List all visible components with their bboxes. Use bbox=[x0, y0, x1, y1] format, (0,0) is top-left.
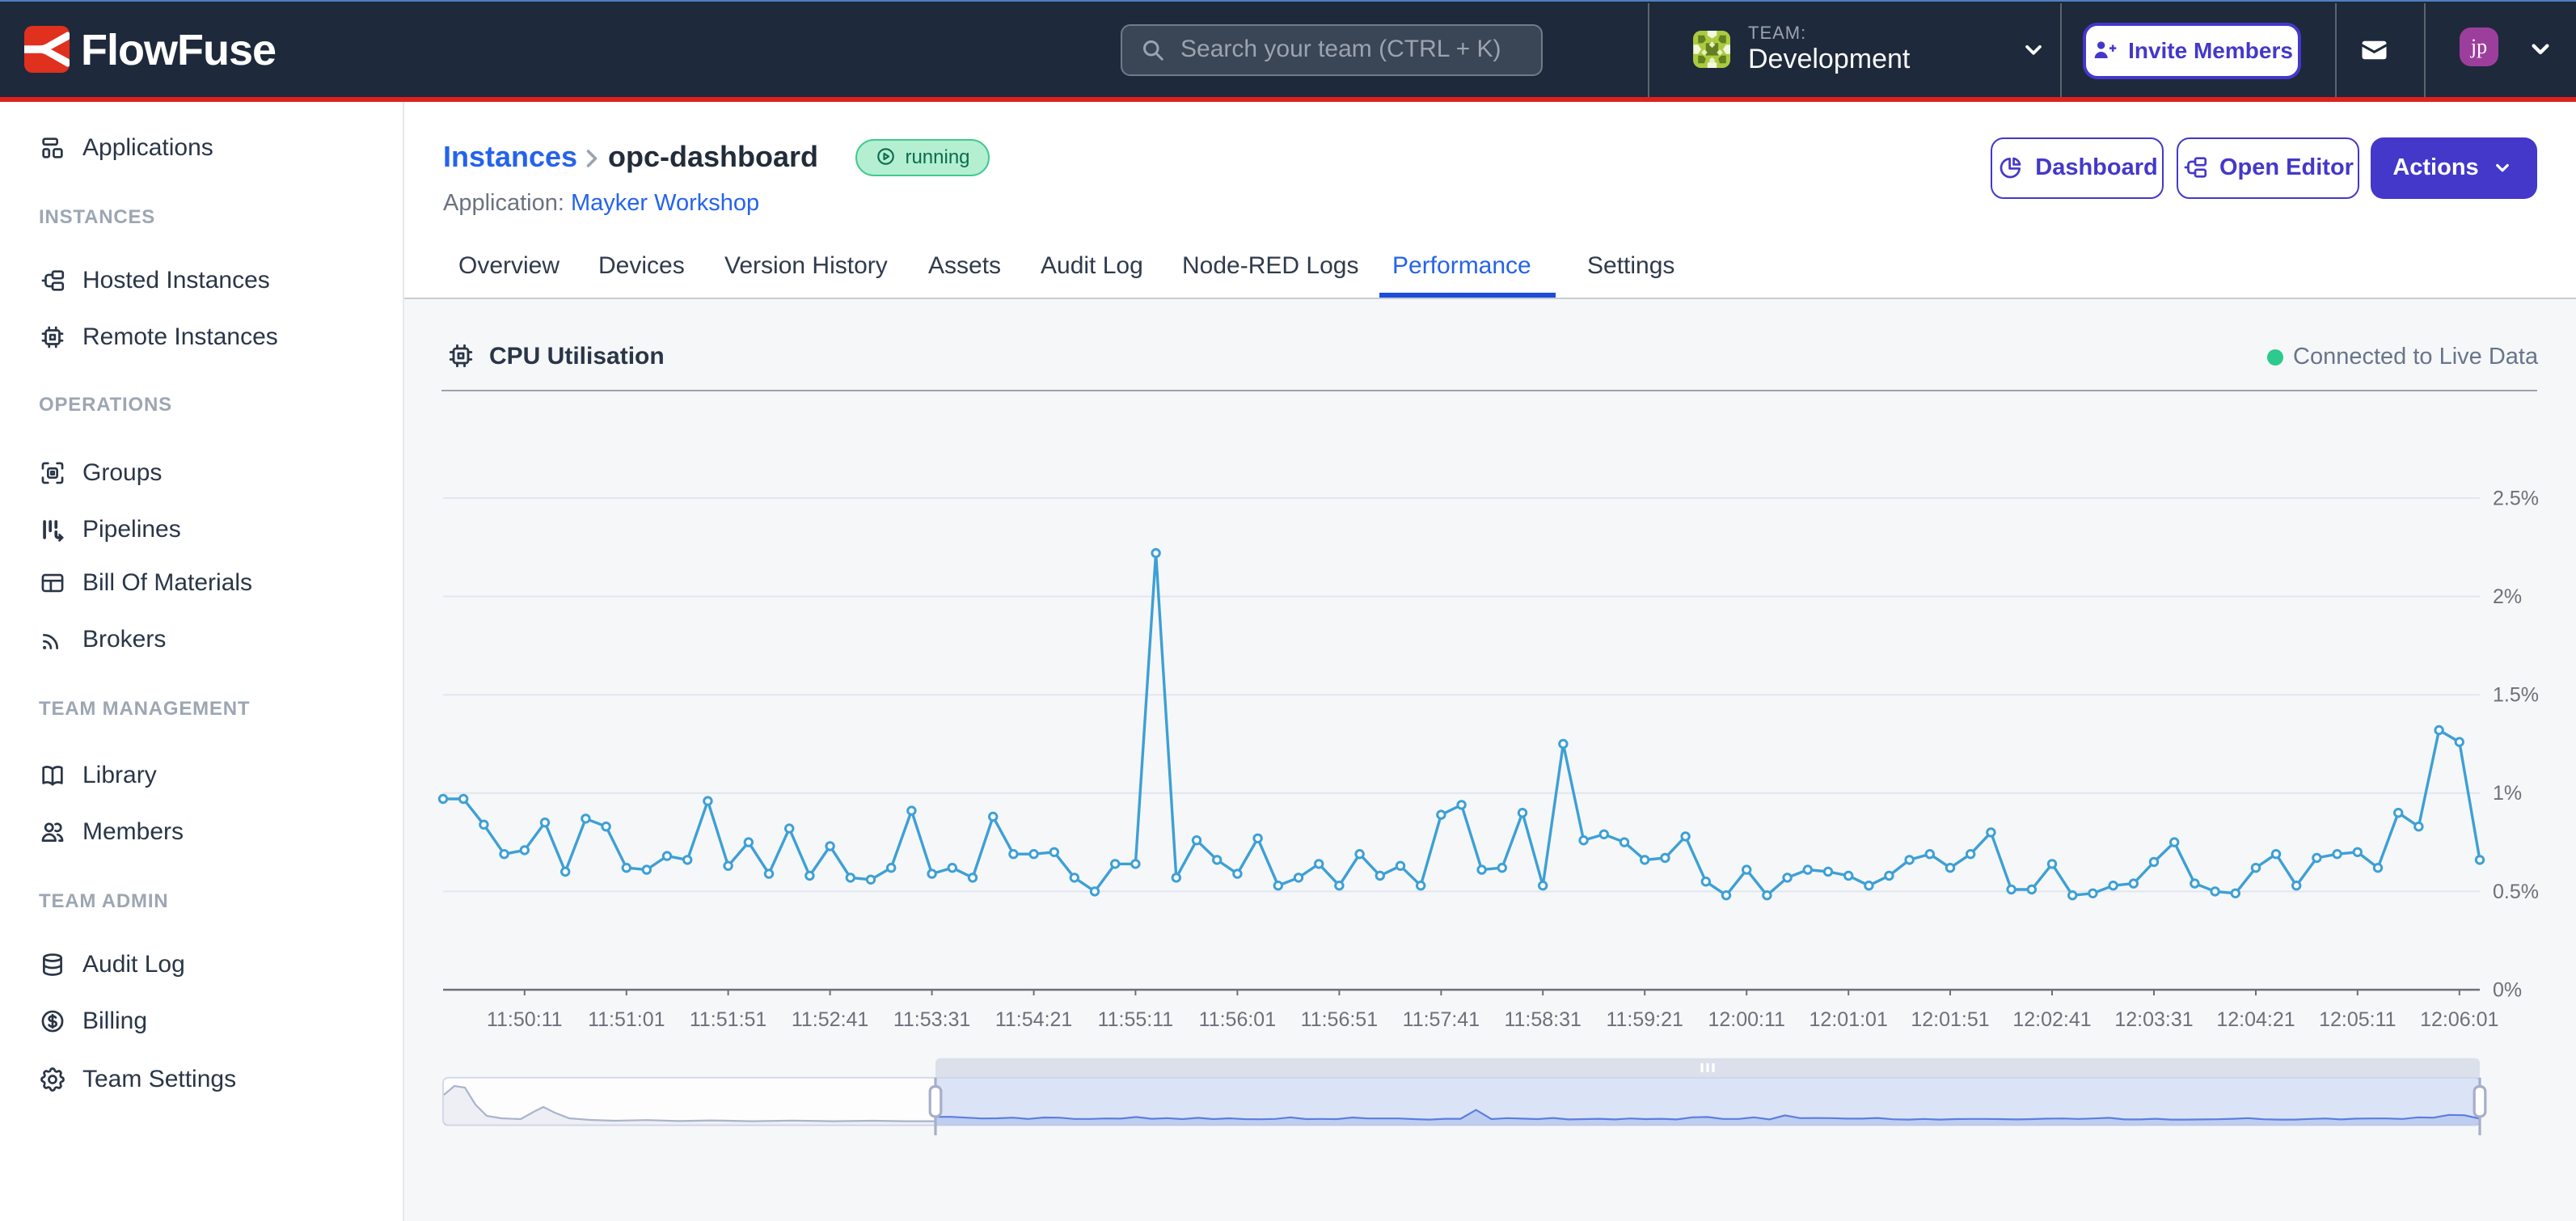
svg-text:11:59:21: 11:59:21 bbox=[1606, 1008, 1683, 1031]
svg-text:12:04:21: 12:04:21 bbox=[2216, 1008, 2295, 1031]
svg-text:12:03:31: 12:03:31 bbox=[2114, 1008, 2193, 1031]
svg-text:2.5%: 2.5% bbox=[2493, 487, 2539, 509]
svg-text:11:55:11: 11:55:11 bbox=[1098, 1008, 1174, 1031]
svg-text:11:58:31: 11:58:31 bbox=[1504, 1008, 1581, 1031]
svg-text:11:54:21: 11:54:21 bbox=[995, 1008, 1072, 1031]
svg-text:0.5%: 0.5% bbox=[2493, 881, 2539, 903]
svg-text:12:02:41: 12:02:41 bbox=[2012, 1008, 2091, 1031]
svg-text:11:53:31: 11:53:31 bbox=[893, 1008, 970, 1031]
svg-text:11:52:41: 11:52:41 bbox=[792, 1008, 868, 1031]
svg-text:12:00:11: 12:00:11 bbox=[1708, 1008, 1784, 1031]
svg-text:1%: 1% bbox=[2493, 782, 2522, 805]
svg-text:11:56:01: 11:56:01 bbox=[1199, 1008, 1276, 1031]
svg-text:12:06:01: 12:06:01 bbox=[2420, 1008, 2498, 1031]
svg-text:11:51:51: 11:51:51 bbox=[690, 1008, 766, 1031]
svg-text:12:01:01: 12:01:01 bbox=[1810, 1008, 1888, 1031]
svg-text:1.5%: 1.5% bbox=[2493, 684, 2539, 707]
svg-text:0%: 0% bbox=[2493, 978, 2522, 1001]
svg-text:11:50:11: 11:50:11 bbox=[487, 1008, 563, 1031]
svg-text:12:01:51: 12:01:51 bbox=[1911, 1008, 1989, 1031]
svg-text:11:57:41: 11:57:41 bbox=[1403, 1008, 1480, 1031]
svg-text:2%: 2% bbox=[2493, 585, 2522, 608]
svg-text:11:51:01: 11:51:01 bbox=[588, 1008, 665, 1031]
svg-text:12:05:11: 12:05:11 bbox=[2319, 1008, 2396, 1031]
svg-text:11:56:51: 11:56:51 bbox=[1301, 1008, 1378, 1031]
